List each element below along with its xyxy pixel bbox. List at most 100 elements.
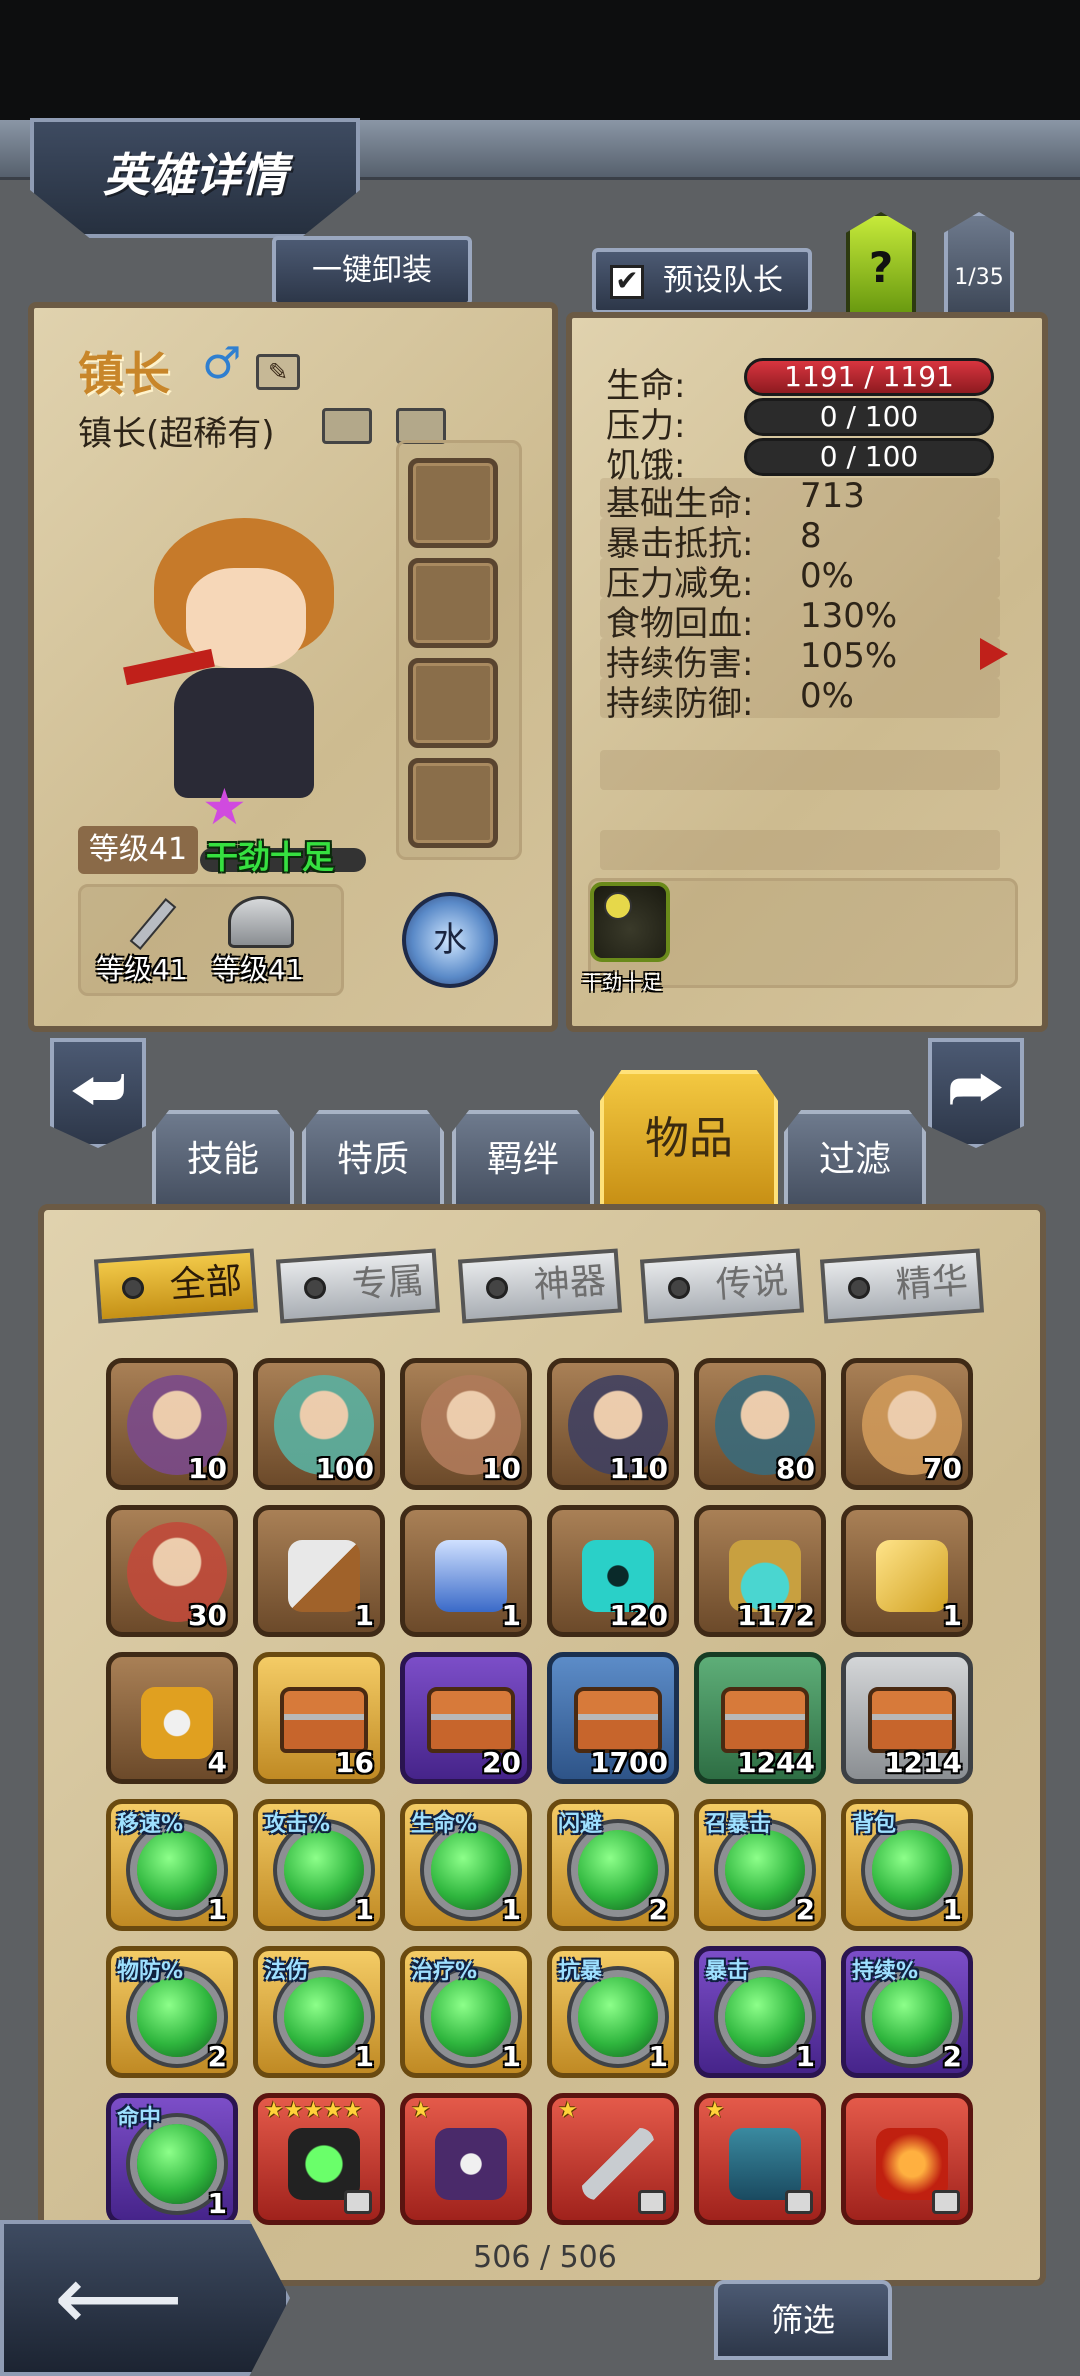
item-slot-hero[interactable]: 80 — [694, 1358, 826, 1490]
item-count-label: 10 — [482, 1452, 521, 1485]
back-button[interactable]: ⟵ — [0, 2220, 290, 2376]
star-rating-icon: ★ — [411, 2098, 431, 2123]
energetic-status-icon[interactable] — [590, 882, 670, 962]
filter-sort-button[interactable]: 筛选 — [714, 2280, 892, 2360]
tab-traits[interactable]: 特质 — [302, 1110, 444, 1210]
green-gem-icon — [431, 1977, 511, 2057]
item-slot-chest[interactable]: 1700 — [547, 1652, 679, 1784]
armor-helmet-icon[interactable] — [228, 896, 294, 948]
rename-pencil-icon[interactable]: ✎ — [256, 354, 300, 390]
lock-icon — [785, 2190, 813, 2214]
green-gem-icon — [872, 1977, 952, 2057]
item-slot-rune[interactable]: 移速% 1 — [106, 1799, 238, 1931]
swap-class-icon[interactable] — [396, 408, 446, 444]
item-slot-rune[interactable]: 治疗% 1 — [400, 1946, 532, 2078]
filter-artifact[interactable]: 神器 — [457, 1248, 623, 1324]
treasure-chest-icon — [280, 1687, 368, 1753]
item-slot-relic[interactable]: ★★★★★ — [253, 2093, 385, 2225]
tab-filter[interactable]: 过滤 — [784, 1110, 926, 1210]
filter-legendary[interactable]: 传说 — [639, 1248, 805, 1324]
item-count-label: 1 — [795, 2040, 815, 2073]
item-slot-relic[interactable]: ★ — [694, 2093, 826, 2225]
item-tag-label: 治疗% — [411, 1959, 478, 1984]
item-count-label: 100 — [315, 1452, 374, 1485]
next-hero-button[interactable]: ⮫ — [928, 1038, 1024, 1148]
item-slot-relic[interactable]: ★ — [400, 2093, 532, 2225]
green-gem-icon — [578, 1977, 658, 2057]
tab-bonds[interactable]: 羁绊 — [452, 1110, 594, 1210]
item-slot-chest[interactable]: 1244 — [694, 1652, 826, 1784]
item-count-label: 1172 — [737, 1599, 815, 1632]
item-slot-hero[interactable]: 10 — [400, 1358, 532, 1490]
item-slot-chest[interactable]: 16 — [253, 1652, 385, 1784]
item-slot-hero[interactable]: 110 — [547, 1358, 679, 1490]
knife-icon — [288, 1540, 360, 1612]
item-count-label: 2 — [942, 2040, 962, 2073]
star-icon: ★ — [202, 778, 247, 836]
item-slot-rune[interactable]: 生命% 1 — [400, 1799, 532, 1931]
item-slot-hero[interactable]: 100 — [253, 1358, 385, 1490]
help-button[interactable]: ? — [846, 212, 916, 316]
accessory-slot-4[interactable] — [408, 758, 498, 848]
item-slot-hero[interactable]: 30 — [106, 1505, 238, 1637]
item-slot-hero[interactable]: 70 — [841, 1358, 973, 1490]
filter-dot-icon — [121, 1276, 145, 1300]
accessory-slot-1[interactable] — [408, 458, 498, 548]
stat-value-stress-reduction: 0% — [800, 556, 854, 596]
tab-skills[interactable]: 技能 — [152, 1110, 294, 1210]
filter-all[interactable]: 全部 — [93, 1248, 259, 1324]
item-count-label: 2 — [207, 2040, 227, 2073]
item-slot-rune[interactable]: 抗暴 1 — [547, 1946, 679, 2078]
item-slot-hero[interactable]: 10 — [106, 1358, 238, 1490]
item-slot-material[interactable]: 4 — [106, 1652, 238, 1784]
unequip-all-button[interactable]: 一键卸装 — [272, 236, 472, 306]
filter-exclusive[interactable]: 专属 — [275, 1248, 441, 1324]
item-slot-rune[interactable]: 物防% 2 — [106, 1946, 238, 2078]
item-tag-label: 移速% — [117, 1812, 184, 1837]
swap-skin-icon[interactable] — [322, 408, 372, 444]
item-count-label: 1 — [354, 2040, 374, 2073]
tab-items[interactable]: 物品 — [600, 1070, 778, 1210]
weapon-sword-icon[interactable] — [116, 896, 186, 956]
accessory-slot-3[interactable] — [408, 658, 498, 748]
item-slot-material[interactable]: 1 — [253, 1505, 385, 1637]
green-gem-icon — [872, 1830, 952, 1910]
next-page-arrow-icon[interactable] — [980, 638, 1008, 670]
green-gem-icon — [137, 2124, 217, 2204]
item-slot-material[interactable]: 1 — [400, 1505, 532, 1637]
stress-bar: 0 / 100 — [744, 398, 994, 436]
star-rating-icon: ★ — [705, 2098, 725, 2123]
item-slot-rune[interactable]: 命中 1 — [106, 2093, 238, 2225]
filter-legendary-label: 传说 — [714, 1260, 790, 1307]
preset-leader-button[interactable]: ✔ 预设队长 — [592, 248, 812, 314]
item-slot-rune[interactable]: 背包 1 — [841, 1799, 973, 1931]
hero-subtitle: 镇长(超稀有) — [78, 414, 275, 454]
item-slot-relic[interactable] — [841, 2093, 973, 2225]
item-count-label: 70 — [923, 1452, 962, 1485]
status-bar-area — [0, 0, 1080, 120]
green-gem-icon — [431, 1830, 511, 1910]
stat-value-dot-damage: 105% — [800, 636, 898, 676]
page-title: 英雄详情 — [103, 148, 287, 202]
filter-essence[interactable]: 精华 — [819, 1248, 985, 1324]
item-count-label: 1 — [207, 2187, 227, 2220]
item-slot-rune[interactable]: 召暴击 2 — [694, 1799, 826, 1931]
prev-hero-button[interactable]: ⮨ — [50, 1038, 146, 1148]
item-count-label: 80 — [776, 1452, 815, 1485]
item-slot-relic[interactable]: ★ — [547, 2093, 679, 2225]
item-slot-rune[interactable]: 暴击 1 — [694, 1946, 826, 2078]
treasure-chest-icon — [868, 1687, 956, 1753]
water-element-icon[interactable]: 水 — [402, 892, 498, 988]
item-slot-material[interactable]: 1172 — [694, 1505, 826, 1637]
item-slot-material[interactable]: 1 — [841, 1505, 973, 1637]
accessory-slot-2[interactable] — [408, 558, 498, 648]
item-slot-chest[interactable]: 1214 — [841, 1652, 973, 1784]
item-slot-rune[interactable]: 闪避 2 — [547, 1799, 679, 1931]
item-count-label: 1 — [207, 1893, 227, 1926]
item-count-label: 1 — [942, 1599, 962, 1632]
item-slot-material[interactable]: 120 — [547, 1505, 679, 1637]
item-slot-rune[interactable]: 法伤 1 — [253, 1946, 385, 2078]
item-slot-rune[interactable]: 持续% 2 — [841, 1946, 973, 2078]
item-slot-rune[interactable]: 攻击% 1 — [253, 1799, 385, 1931]
item-slot-chest[interactable]: 20 — [400, 1652, 532, 1784]
